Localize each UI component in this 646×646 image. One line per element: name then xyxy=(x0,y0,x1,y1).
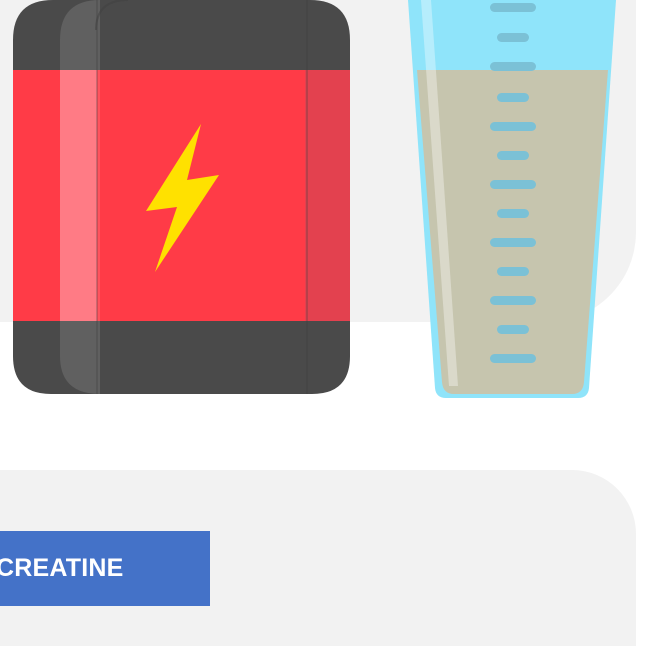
category-button-creatine[interactable]: CREATINE xyxy=(0,531,210,606)
product-card-page: CREATINE xyxy=(0,0,646,646)
shaker-cup-icon xyxy=(408,0,616,398)
product-illustration xyxy=(13,0,616,398)
